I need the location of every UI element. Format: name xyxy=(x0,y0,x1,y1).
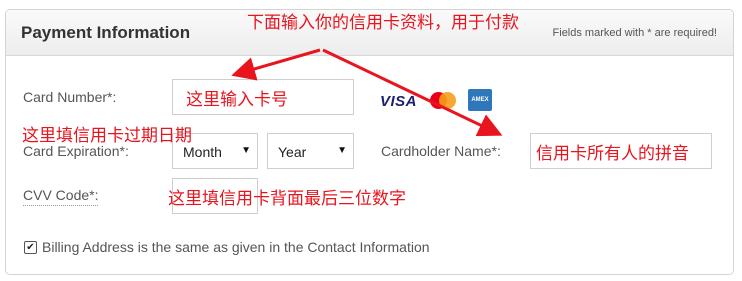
annotation-top: 下面输入你的信用卡资料，用于付款 xyxy=(247,13,519,33)
annotation-expiration: 这里填信用卡过期日期 xyxy=(22,126,192,146)
annotation-card-number: 这里输入卡号 xyxy=(186,90,288,110)
arrow-to-cardholder xyxy=(322,48,503,137)
arrow-to-card-number xyxy=(231,48,321,81)
annotation-cardholder: 信用卡所有人的拼音 xyxy=(536,144,689,164)
annotation-cvv: 这里填信用卡背面最后三位数字 xyxy=(168,189,406,209)
